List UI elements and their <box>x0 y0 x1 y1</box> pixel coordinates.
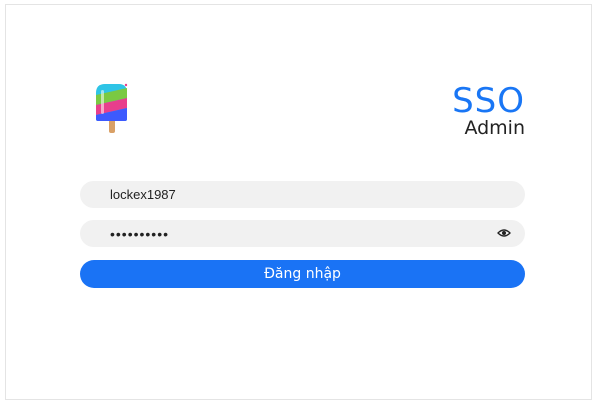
username-field[interactable] <box>80 181 525 208</box>
brand-title: SSO <box>452 81 525 121</box>
password-input[interactable] <box>80 220 480 247</box>
brand-logo-text: SSO Admin <box>452 84 525 138</box>
username-input[interactable] <box>80 181 480 208</box>
popsicle-icon <box>96 83 128 133</box>
eye-icon[interactable] <box>497 227 511 239</box>
login-button[interactable]: Đăng nhập <box>80 260 525 288</box>
brand-subtitle: Admin <box>464 117 525 139</box>
password-field[interactable] <box>80 220 525 247</box>
